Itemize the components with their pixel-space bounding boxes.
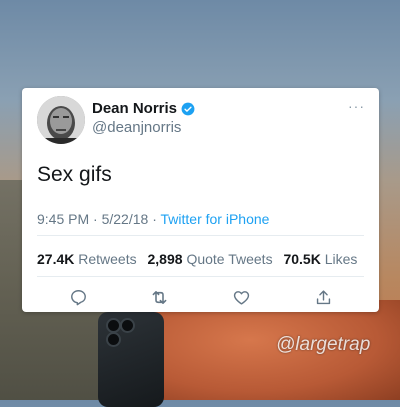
retweets-label: Retweets [78, 251, 137, 267]
quote-count: 2,898 [147, 251, 183, 267]
phone-camera [106, 318, 121, 333]
phone-camera [106, 332, 121, 347]
quote-label: Quote Tweets [186, 251, 273, 267]
divider [37, 276, 364, 277]
like-button[interactable] [230, 286, 252, 308]
retweets-stat[interactable]: 27.4K Retweets [37, 251, 137, 267]
share-icon [316, 289, 330, 304]
meta-separator: · [93, 211, 98, 227]
watermark-text: @largetrap [276, 334, 371, 355]
retweets-count: 27.4K [37, 251, 75, 267]
divider [37, 235, 364, 236]
tweet-time[interactable]: 9:45 PM [37, 211, 89, 227]
tweet-card: Dean Norris @deanjnorris ··· Sex gifs 9:… [22, 88, 379, 312]
more-options-icon[interactable]: ··· [348, 98, 365, 114]
meta-separator: · [152, 211, 157, 227]
author-row: Dean Norris [92, 100, 195, 117]
tweet-stats: 27.4K Retweets 2,898 Quote Tweets 70.5K … [37, 251, 357, 267]
likes-stat[interactable]: 70.5K Likes [283, 251, 357, 267]
tweet-actions [22, 286, 379, 308]
tweet-date[interactable]: 5/22/18 [102, 211, 149, 227]
reply-button[interactable] [67, 286, 89, 308]
likes-count: 70.5K [283, 251, 321, 267]
quote-tweets-stat[interactable]: 2,898 Quote Tweets [148, 251, 273, 267]
phone-camera [120, 318, 135, 333]
tweet-source[interactable]: Twitter for iPhone [161, 211, 270, 227]
display-name[interactable]: Dean Norris [92, 100, 177, 117]
avatar-image [37, 96, 85, 144]
likes-label: Likes [324, 251, 358, 267]
retweet-icon [152, 290, 166, 304]
verified-badge-icon [181, 102, 195, 115]
heart-icon [233, 290, 249, 305]
share-button[interactable] [312, 286, 334, 308]
user-handle[interactable]: @deanjnorris [92, 119, 181, 136]
background-phone [98, 312, 164, 407]
reply-icon [70, 289, 86, 305]
tweet-metadata: 9:45 PM · 5/22/18 · Twitter for iPhone [37, 211, 269, 227]
retweet-button[interactable] [148, 286, 170, 308]
tweet-text: Sex gifs [37, 163, 112, 186]
avatar[interactable] [37, 96, 85, 144]
